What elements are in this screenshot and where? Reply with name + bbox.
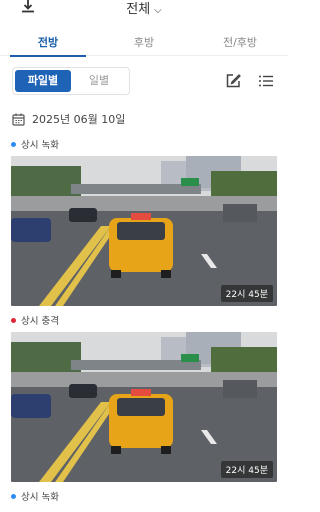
date-header: 2025년 06월 10일 bbox=[12, 110, 125, 128]
filter-dropdown[interactable]: 전체 ⌵ bbox=[0, 0, 288, 17]
road-scene-image bbox=[11, 156, 277, 306]
tab-front-rear[interactable]: 전/후방 bbox=[192, 32, 288, 56]
recording-type-label: 상시 녹화 bbox=[11, 137, 59, 151]
tab-rear[interactable]: 후방 bbox=[96, 32, 192, 56]
recording-type-text: 상시 녹화 bbox=[21, 492, 59, 503]
recording-type-dot bbox=[11, 141, 16, 147]
list-icon bbox=[259, 75, 273, 87]
chevron-down-icon: ⌵ bbox=[154, 5, 162, 16]
recording-time-badge: 22시 45분 bbox=[220, 461, 273, 478]
recording-type-dot bbox=[11, 317, 16, 323]
filter-label: 전체 bbox=[126, 2, 151, 17]
recording-type-label: 상시 녹화 bbox=[11, 489, 59, 503]
date-text: 2025년 06월 10일 bbox=[32, 113, 126, 126]
recording-type-dot bbox=[11, 493, 16, 499]
list-view-button[interactable] bbox=[257, 72, 275, 90]
tab-front[interactable]: 전방 bbox=[0, 32, 96, 57]
top-bar: 전체 ⌵ bbox=[0, 0, 288, 22]
edit-icon bbox=[226, 74, 241, 88]
recording-type-text: 상시 충격 bbox=[21, 316, 59, 327]
camera-tabs: 전방 후방 전/후방 bbox=[0, 32, 288, 57]
by-day-button[interactable]: 일별 bbox=[71, 70, 127, 92]
recording-type-text: 상시 녹화 bbox=[21, 140, 59, 151]
view-toggle: 파일별 일별 bbox=[12, 67, 130, 95]
recording-time-badge: 22시 45분 bbox=[220, 285, 273, 302]
edit-button[interactable] bbox=[224, 72, 242, 90]
video-thumbnail[interactable]: 22시 45분 bbox=[11, 332, 277, 482]
recording-type-label: 상시 충격 bbox=[11, 313, 59, 327]
road-scene-image bbox=[11, 332, 277, 482]
calendar-icon bbox=[12, 113, 25, 126]
video-thumbnail[interactable]: 22시 45분 bbox=[11, 156, 277, 306]
by-file-button[interactable]: 파일별 bbox=[15, 70, 71, 92]
